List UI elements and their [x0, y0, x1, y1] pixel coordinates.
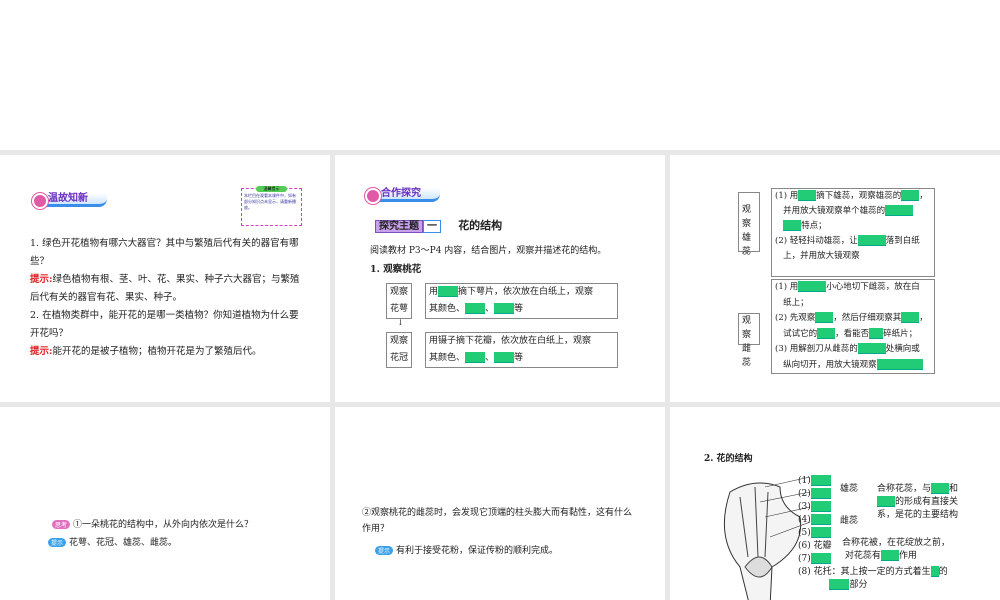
hint-answer: 提示 有利于接受花粉，保证传粉的顺利完成。 [375, 543, 558, 556]
step-box: 用摘下萼片，依次放在白纸上，观察 其颜色、、等 [425, 283, 618, 319]
pistil-label: 雌蕊 [840, 516, 859, 526]
section-banner: 温故知新 [32, 193, 107, 209]
question-1: 1. 绿色开花植物有哪六大器官？其中与繁殖后代有关的器官有哪些？ 提示:绿色植物… [30, 238, 300, 357]
topic-heading: 探究主题一 花的结构 [375, 217, 502, 233]
arrow-down-icon: ↓ [397, 318, 404, 327]
question-2: ②观察桃花的雌蕊时，会发现它顶端的柱头膨大而有黏性，这有什么作用？ [362, 508, 633, 534]
core-description: 合称花蕊，与和 的形成有直接关 系，是花的主要结构 [877, 483, 959, 520]
step-label: 观察花冠 [386, 332, 412, 368]
flower-diagram [723, 477, 810, 600]
hint-answer: 提示 花萼、花冠、雄蕊、雌蕊。 [48, 535, 177, 548]
slide-thumbnail-1[interactable]: 温故知新 温馨提示 本栏目在观看本课件中，如有部分知识点未显示，请重新播放。 1… [0, 155, 330, 402]
perianth-description: 合称花被，在花绽放之前， 对花蕊有 作用 [842, 538, 951, 561]
section-title: 2. 花的结构 [704, 454, 753, 464]
slide-thumbnail-5[interactable]: ②观察桃花的雌蕊时，会发现它顶端的柱头膨大而有黏性，这有什么作用？ 提示 有利于接… [335, 407, 665, 600]
stamen-steps: (1) 用摘下雄蕊，观察雄蕊的， 并用放大镜观察单个雄蕊的 特点； (2) 轻轻… [771, 188, 935, 277]
step-box: 用镊子摘下花瓣，依次放在白纸上，观察 其颜色、、等 [425, 332, 618, 368]
slide-thumbnail-6[interactable]: 2. 花的结构 (1) (2) (3) (4) (5) (6) 花瓣 (7) (… [670, 407, 1000, 600]
intro-text: 阅读教材 P3～P4 内容，结合图片，观察并描述花的结构。 [370, 246, 607, 256]
stamen-label: 雄蕊 [840, 484, 859, 494]
step-label: 观察雄蕊 [738, 192, 760, 257]
step-label: 观察花萼 [386, 283, 412, 319]
slide-thumbnail-3[interactable]: 观察雄蕊 (1) 用摘下雄蕊，观察雄蕊的， 并用放大镜观察单个雄蕊的 特点； (… [670, 155, 1000, 402]
tip-note: 温馨提示 本栏目在观看本课件中，如有部分知识点未显示，请重新播放。 [241, 186, 302, 226]
step-label: 观察雌蕊 [738, 313, 760, 368]
slide-thumbnail-4[interactable]: 思考 ①一朵桃花的结构中，从外向内依次是什么？ 提示 花萼、花冠、雄蕊、雌蕊。 [0, 407, 330, 600]
section-banner: 合作探究 [365, 188, 440, 204]
slide-thumbnail-2[interactable]: 合作探究 探究主题一 花的结构 阅读教材 P3～P4 内容，结合图片，观察并描述… [335, 155, 665, 402]
think-question: 思考 ①一朵桃花的结构中，从外向内依次是什么？ [52, 517, 253, 530]
section-title: 1. 观察桃花 [370, 264, 422, 275]
pistil-steps: (1) 用小心地切下雌蕊，放在白 纸上； (2) 先观察 ，然后仔细观察其， 试试… [771, 279, 935, 374]
